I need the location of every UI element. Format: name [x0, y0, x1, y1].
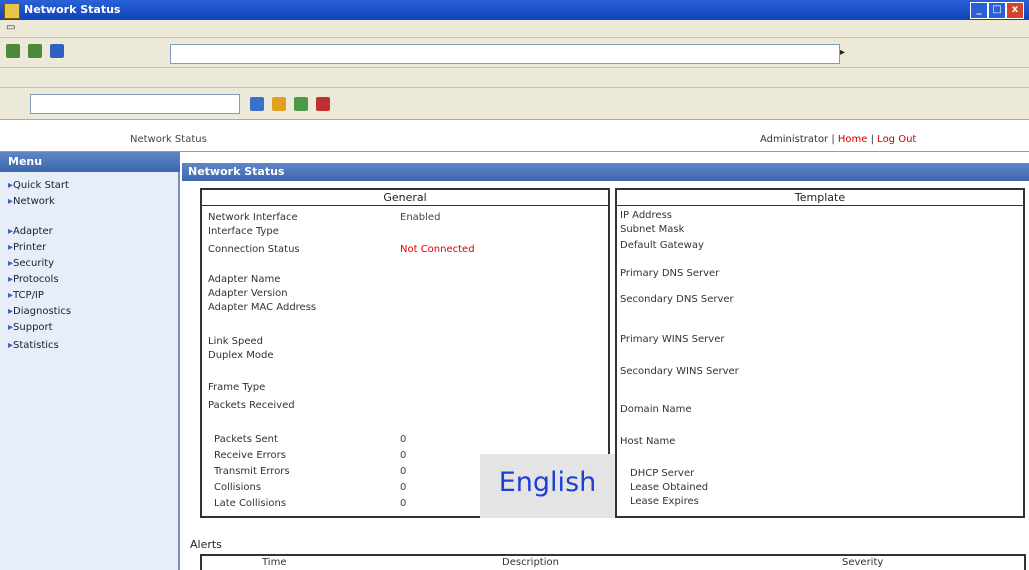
gen-value: 0 — [400, 434, 407, 445]
sidebar — [0, 152, 180, 570]
tpl-label: IP Address — [620, 210, 672, 221]
gen-label: Adapter Version — [208, 288, 288, 299]
tpl-label: Primary DNS Server — [620, 268, 720, 279]
sidebar-item-quick-start[interactable]: Quick Start — [8, 180, 69, 191]
gen-label: Packets Received — [208, 400, 295, 411]
title-bar: Network Status _ □ x — [0, 0, 1029, 20]
tpl-label: Secondary WINS Server — [620, 366, 739, 377]
address-input[interactable] — [170, 44, 840, 64]
sidebar-item-diagnostics[interactable]: Diagnostics — [8, 306, 71, 317]
tpl-label: Secondary DNS Server — [620, 294, 734, 305]
link-logout[interactable]: Log Out — [877, 134, 916, 145]
gen-value: Enabled — [400, 212, 441, 223]
tpl-label: Subnet Mask — [620, 224, 685, 235]
search-input[interactable] — [30, 94, 240, 114]
menu-bar: ▭ — [0, 20, 1029, 38]
sidebar-item-support[interactable]: Support — [8, 322, 53, 333]
back-icon[interactable] — [6, 44, 20, 58]
sidebar-item-tcpip[interactable]: TCP/IP — [8, 290, 44, 301]
sidebar-title: Menu — [0, 152, 180, 172]
gen-value: 0 — [400, 450, 407, 461]
link-home[interactable]: Home — [838, 134, 868, 145]
gen-label: Adapter MAC Address — [208, 302, 317, 313]
general-title: General — [202, 190, 608, 206]
gen-label: Adapter Name — [208, 274, 281, 285]
main-title: Network Status — [182, 163, 1029, 181]
gen-label: Late Collisions — [214, 498, 287, 509]
toolbar-icon[interactable] — [316, 97, 330, 111]
tpl-label: DHCP Server — [630, 468, 695, 479]
alerts-column-header: Description — [502, 557, 559, 568]
sidebar-item-protocols[interactable]: Protocols — [8, 274, 59, 285]
alerts-title: Alerts — [190, 538, 222, 551]
sidebar-item-printer[interactable]: Printer — [8, 242, 46, 253]
gen-label: Duplex Mode — [208, 350, 274, 361]
gen-label: Receive Errors — [214, 450, 286, 461]
maximize-icon[interactable]: □ — [988, 2, 1006, 19]
alerts-column-header: Time — [262, 557, 287, 568]
gen-value: 0 — [400, 466, 407, 477]
toolbar-icon[interactable] — [250, 97, 264, 111]
connection-status: Not Connected — [400, 244, 475, 255]
menu-file[interactable]: ▭ — [6, 22, 15, 33]
tpl-label: Lease Expires — [630, 496, 699, 507]
toolbar-icon[interactable] — [272, 97, 286, 111]
app-icon — [4, 3, 20, 19]
gen-label: Link Speed — [208, 336, 264, 347]
links-bar — [0, 68, 1029, 88]
sidebar-item-security[interactable]: Security — [8, 258, 54, 269]
gen-label: Frame Type — [208, 382, 266, 393]
sidebar-item-network[interactable]: Network — [8, 196, 55, 207]
gen-label: Network Interface — [208, 212, 298, 223]
minimize-icon[interactable]: _ — [970, 2, 988, 19]
go-button[interactable]: ▸ — [840, 44, 900, 64]
gen-value: 0 — [400, 498, 407, 509]
gen-label: Packets Sent — [214, 434, 278, 445]
gen-label: Collisions — [214, 482, 262, 493]
breadcrumb: Network Status — [130, 134, 207, 145]
alerts-table: Time Description Severity — [200, 554, 1026, 570]
window-title: Network Status — [24, 3, 121, 16]
toolbar-icon[interactable] — [294, 97, 308, 111]
alerts-column-header: Severity — [842, 557, 884, 568]
refresh-icon[interactable] — [50, 44, 64, 58]
close-icon[interactable]: x — [1006, 2, 1024, 19]
forward-icon[interactable] — [28, 44, 42, 58]
language-label[interactable]: English — [480, 454, 615, 518]
link-administrator[interactable]: Administrator — [760, 134, 828, 145]
gen-value: 0 — [400, 482, 407, 493]
template-title: Template — [617, 190, 1023, 206]
tpl-label: Host Name — [620, 436, 676, 447]
tpl-label: Default Gateway — [620, 240, 704, 251]
gen-label: Connection Status — [208, 244, 300, 255]
header-links: Administrator | Home | Log Out — [760, 134, 917, 145]
tpl-label: Lease Obtained — [630, 482, 709, 493]
tpl-label: Domain Name — [620, 404, 692, 415]
gen-label: Transmit Errors — [214, 466, 290, 477]
sidebar-item-adapter[interactable]: Adapter — [8, 226, 53, 237]
sidebar-item-statistics[interactable]: Statistics — [8, 340, 59, 351]
tpl-label: Primary WINS Server — [620, 334, 725, 345]
gen-label: Interface Type — [208, 226, 279, 237]
